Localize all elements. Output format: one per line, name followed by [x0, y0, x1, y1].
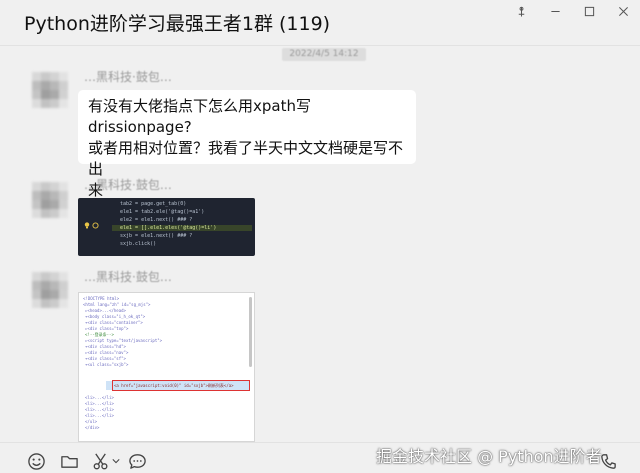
sender-name: …黑科技·鼓包…	[84, 70, 172, 84]
close-icon	[618, 6, 628, 16]
lightbulb-icon	[84, 222, 90, 229]
html-line: <html lang="zh" id="sg_mjs">	[83, 302, 151, 307]
close-button[interactable]	[606, 0, 640, 22]
code-line-highlighted: ele1 = [].ele1.eles('@tag()=li')	[112, 225, 252, 231]
html-line: ▾<ul class="sxjb">	[85, 362, 129, 367]
html-line: </ul>	[85, 419, 98, 424]
chat-history-button[interactable]	[127, 451, 147, 471]
html-line: ▾<body class="i_h_ok_qt">	[85, 314, 146, 319]
html-line: <!DOCTYPE html>	[83, 296, 120, 301]
message-line: 有没有大佬指点下怎么用xpath写drissionpage?	[88, 97, 311, 136]
file-button[interactable]	[59, 451, 79, 471]
chevron-down-icon	[112, 459, 120, 464]
image-scrollbar	[249, 297, 252, 367]
debug-icon	[92, 222, 99, 229]
html-line: <li>...</li>	[85, 413, 114, 418]
code-line: sxjb = ele1.next() ### ?	[120, 233, 193, 239]
title-bar: Python进阶学习最强王者1群 (119)	[0, 0, 640, 46]
code-line: ele1 = tab2.ele('@tag()=a1')	[120, 209, 205, 215]
sender-name: …黑科技·鼓包…	[84, 178, 172, 192]
pin-button[interactable]	[504, 0, 538, 22]
html-line: ▸<div class="nav">	[85, 350, 129, 355]
html-line: ▾<div class="container">	[85, 320, 143, 325]
chat-bubble-icon	[128, 453, 146, 469]
code-gutter	[84, 222, 99, 229]
message-bubble[interactable]: 有没有大佬指点下怎么用xpath写drissionpage? 或者用相对位置？我…	[78, 90, 416, 199]
minimize-button[interactable]	[538, 0, 572, 22]
message-line: 或者用相对位置？我看了半天中文文档硬是写不出	[88, 139, 404, 178]
code-screenshot-image[interactable]: tab2 = page.get_tab(0) ele1 = tab2.ele('…	[78, 198, 255, 256]
html-line: <li>...</li>	[85, 407, 114, 412]
devtools-screenshot-image[interactable]: <!DOCTYPE html> <html lang="zh" id="sg_m…	[78, 292, 255, 442]
screenshot-options-button[interactable]	[111, 451, 121, 471]
window-controls	[504, 0, 640, 22]
html-line: ▾<div class="sf">	[85, 356, 126, 361]
html-line: ▸<head>...</head>	[85, 308, 126, 313]
html-line: <li>...</li>	[85, 395, 114, 400]
watermark: 掘金技术社区 @ Python进阶者	[376, 447, 602, 466]
code-line: ele2 = ele1.next() ### ?	[120, 217, 193, 223]
html-line-selected: <a href="javascript:void(0)" id="sxjb">刷…	[114, 383, 234, 388]
message-timestamp: 2022/4/5 14:12	[282, 48, 366, 61]
screenshot-button[interactable]	[91, 451, 111, 471]
html-line: ▸<script type="text/javascript">	[85, 338, 163, 343]
sender-name: …黑科技·鼓包…	[84, 270, 172, 284]
html-line: <!--登录条-->	[85, 332, 114, 337]
folder-icon	[60, 455, 78, 468]
minimize-icon	[550, 10, 560, 12]
maximize-button[interactable]	[572, 0, 606, 22]
pin-icon	[518, 6, 524, 17]
html-line: <li>...</li>	[85, 401, 114, 406]
html-line: </div>	[85, 425, 100, 430]
html-line: ▸<div class="top">	[85, 326, 129, 331]
html-line: ▾<div class="hd">	[85, 344, 126, 349]
emoji-button[interactable]	[26, 451, 46, 471]
emoji-icon	[27, 452, 45, 470]
maximize-icon	[584, 6, 594, 16]
code-line: sxjb.click()	[120, 241, 157, 247]
avatar[interactable]	[32, 272, 68, 308]
avatar[interactable]	[32, 72, 68, 108]
code-line: tab2 = page.get_tab(0)	[120, 201, 187, 207]
chat-title: Python进阶学习最强王者1群 (119)	[24, 13, 331, 35]
avatar[interactable]	[32, 182, 68, 218]
scissors-icon	[93, 453, 107, 469]
